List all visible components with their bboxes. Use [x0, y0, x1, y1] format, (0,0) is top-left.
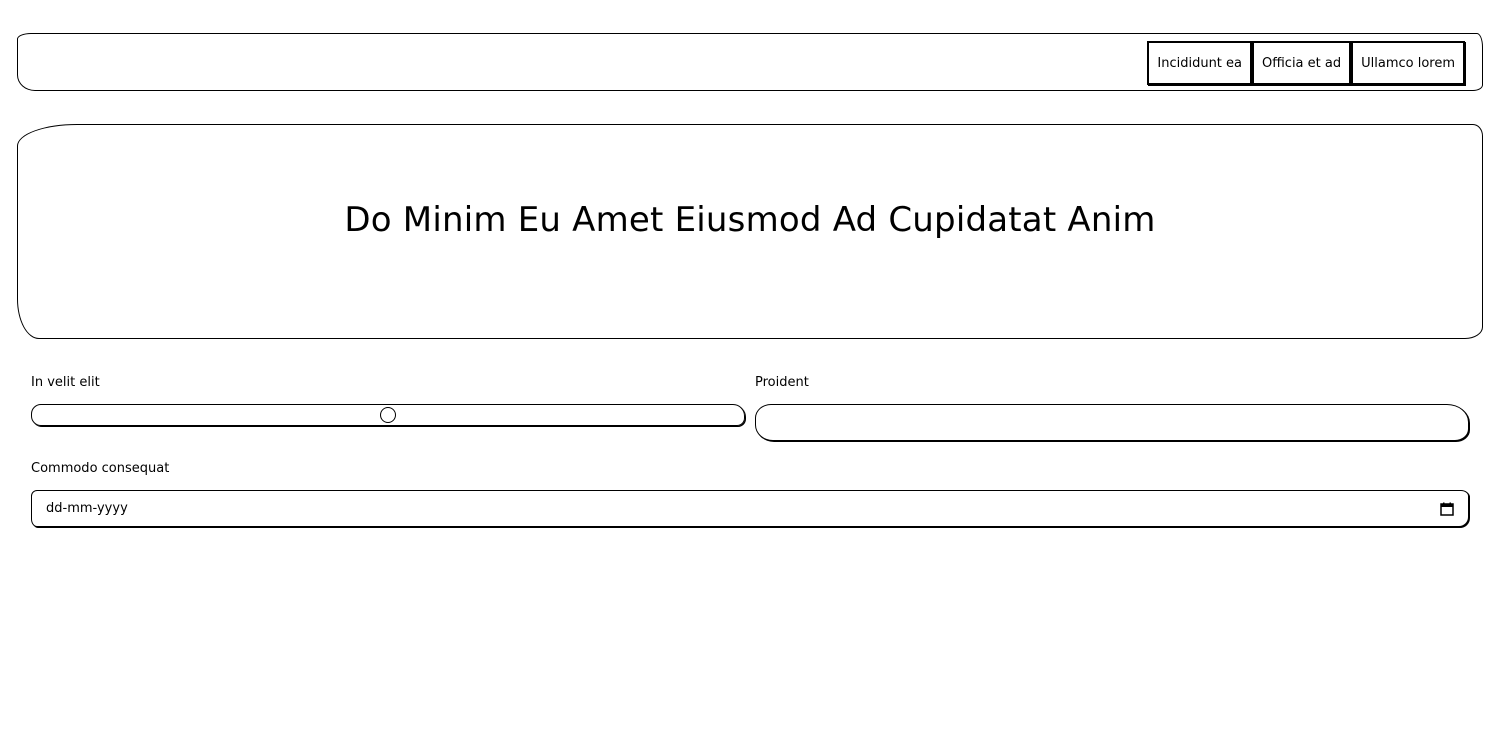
top-navbar: Incididunt ea Officia et ad Ullamco lore… [17, 33, 1483, 91]
range-label: In velit elit [31, 375, 100, 390]
hero-banner: Do Minim Eu Amet Eiusmod Ad Cupidatat An… [17, 124, 1483, 339]
nav-link-incididunt-ea[interactable]: Incididunt ea [1147, 41, 1252, 85]
date-input-label: Commodo consequat [31, 461, 170, 476]
date-input[interactable]: dd-mm-yyyy [31, 490, 1469, 527]
date-placeholder: dd-mm-yyyy [46, 501, 128, 516]
text-input-label: Proident [755, 375, 809, 390]
range-slider[interactable] [31, 404, 745, 426]
nav-link-ullamco-lorem[interactable]: Ullamco lorem [1351, 41, 1465, 85]
nav-link-officia-et-ad[interactable]: Officia et ad [1252, 41, 1352, 85]
range-slider-thumb[interactable] [380, 407, 396, 423]
hero-title: Do Minim Eu Amet Eiusmod Ad Cupidatat An… [344, 199, 1156, 240]
calendar-icon[interactable] [1440, 502, 1454, 516]
proident-input[interactable] [755, 404, 1469, 441]
nav-links: Incididunt ea Officia et ad Ullamco lore… [1147, 41, 1465, 85]
